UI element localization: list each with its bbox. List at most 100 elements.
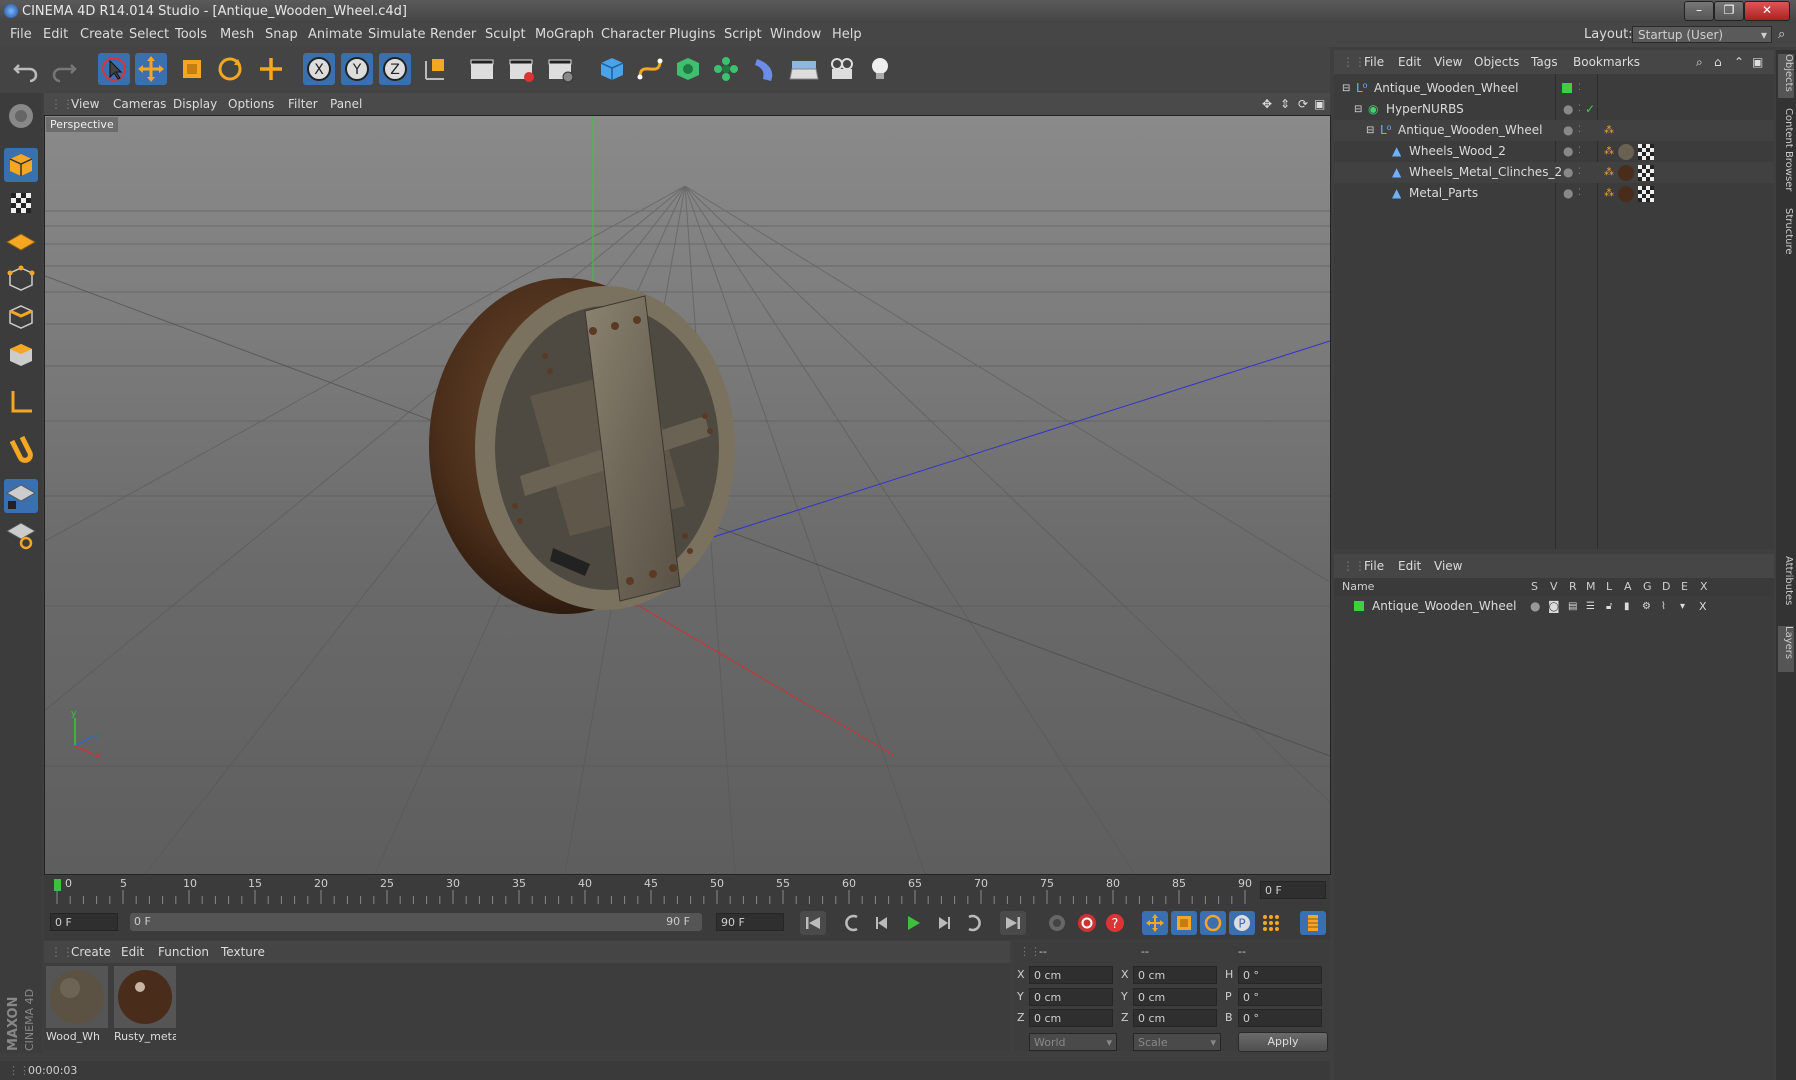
end-frame-field[interactable]: 90 F — [716, 913, 784, 931]
layer-tag-icon[interactable]: ⁂ — [1604, 183, 1614, 204]
visibility-dots-icon[interactable]: ⁚ — [1578, 141, 1581, 162]
viewport-menu-view[interactable]: View — [71, 93, 99, 115]
pan-view-icon[interactable]: ✥ — [1262, 93, 1272, 115]
column-solo[interactable]: S — [1531, 580, 1538, 593]
y-axis-button[interactable]: Y — [341, 53, 373, 85]
menu-script[interactable]: Script — [724, 23, 762, 47]
keyframe-selection-button[interactable]: ? — [1102, 911, 1128, 935]
key-rotation-button[interactable] — [1200, 911, 1226, 935]
render-picture-viewer-button[interactable] — [505, 53, 537, 85]
render-view-button[interactable] — [466, 53, 498, 85]
manager-toggle-icon[interactable]: ☰ — [1586, 596, 1595, 617]
collapse-toggle-icon[interactable]: ⊟ — [1366, 120, 1374, 141]
menu-select[interactable]: Select — [129, 23, 169, 47]
next-frame-button[interactable] — [930, 911, 956, 935]
zoom-view-icon[interactable]: ⇕ — [1280, 93, 1290, 115]
objects-menu-objects[interactable]: Objects — [1474, 50, 1519, 74]
add-array-button[interactable] — [710, 53, 742, 85]
size-y-field[interactable]: 0 cm — [1133, 988, 1217, 1006]
3d-viewport[interactable]: y z x — [44, 115, 1331, 875]
rotate-view-icon[interactable]: ⟳ — [1298, 93, 1308, 115]
objects-menu-bookmarks[interactable]: Bookmarks — [1573, 50, 1640, 74]
eye-icon[interactable]: ◙ — [1548, 596, 1560, 617]
pos-x-field[interactable]: 0 cm — [1029, 966, 1113, 984]
lock-icon[interactable]: 🔓︎ — [1606, 596, 1612, 617]
object-row[interactable]: ▲ Metal_Parts ● ⁚ ⁂ — [1334, 183, 1774, 204]
workplane-lock-button[interactable] — [4, 479, 38, 513]
autokey-button[interactable] — [1074, 911, 1100, 935]
add-spline-button[interactable] — [634, 53, 666, 85]
search-icon[interactable]: ⌕ — [1778, 23, 1785, 47]
points-mode-button[interactable] — [4, 262, 38, 296]
add-deformer-button[interactable] — [749, 53, 781, 85]
tab-structure[interactable]: Structure — [1778, 208, 1794, 264]
edges-mode-button[interactable] — [4, 300, 38, 334]
axis-mode-button[interactable] — [4, 385, 38, 419]
soft-selection-button[interactable] — [4, 517, 38, 551]
object-row[interactable]: ▲ Wheels_Metal_Clinches_2 ● ⁚ ⁂ — [1334, 162, 1774, 183]
maximize-button[interactable]: ❐ — [1714, 1, 1744, 21]
z-axis-button[interactable]: Z — [379, 53, 411, 85]
live-selection-button[interactable] — [98, 53, 130, 85]
column-expressions[interactable]: E — [1681, 580, 1688, 593]
rot-h-field[interactable]: 0 ° — [1238, 966, 1322, 984]
key-position-button[interactable] — [1142, 911, 1168, 935]
uvw-tag-icon[interactable] — [1638, 165, 1654, 181]
menu-create[interactable]: Create — [80, 23, 123, 47]
render-toggle-icon[interactable]: ▤ — [1568, 596, 1577, 617]
model-mode-button[interactable] — [4, 148, 38, 182]
menu-mograph[interactable]: MoGraph — [535, 23, 594, 47]
menu-character[interactable]: Character — [601, 23, 665, 47]
viewport-menu-panel[interactable]: Panel — [330, 93, 362, 115]
layers-menu-file[interactable]: File — [1364, 554, 1384, 578]
material-tag-icon[interactable] — [1618, 186, 1634, 202]
animation-toggle-icon[interactable]: ▮ — [1624, 596, 1630, 617]
column-xref[interactable]: X — [1700, 580, 1708, 593]
viewport-menu-cameras[interactable]: Cameras — [113, 93, 166, 115]
layer-tag-icon[interactable]: ⁂ — [1604, 162, 1614, 183]
column-render[interactable]: R — [1569, 580, 1577, 593]
coordinate-space-select[interactable]: World ▾ — [1029, 1033, 1117, 1051]
tab-attributes[interactable]: Attributes — [1778, 556, 1794, 616]
expression-toggle-icon[interactable]: ▾ — [1680, 596, 1685, 617]
render-settings-button[interactable] — [544, 53, 576, 85]
menu-sculpt[interactable]: Sculpt — [485, 23, 526, 47]
generator-toggle-icon[interactable]: ⚙ — [1642, 596, 1651, 617]
tab-objects[interactable]: Objects — [1778, 54, 1794, 98]
menu-mesh[interactable]: Mesh — [220, 23, 254, 47]
viewport-menu-options[interactable]: Options — [228, 93, 274, 115]
timeline-ruler[interactable]: 0 5 10 15 20 25 30 35 40 45 50 55 60 65 … — [44, 876, 1330, 906]
x-axis-button[interactable]: X — [303, 53, 335, 85]
material-menu-function[interactable]: Function — [158, 941, 209, 963]
close-button[interactable]: ✕ — [1744, 1, 1790, 21]
column-animation[interactable]: A — [1624, 580, 1632, 593]
snap-button[interactable] — [4, 431, 38, 465]
minimize-button[interactable]: – — [1684, 1, 1714, 21]
column-generators[interactable]: G — [1643, 580, 1652, 593]
menu-render[interactable]: Render — [430, 23, 476, 47]
layers-menu-edit[interactable]: Edit — [1398, 554, 1421, 578]
apply-button[interactable]: Apply — [1238, 1032, 1328, 1052]
column-manager[interactable]: M — [1586, 580, 1596, 593]
undo-button[interactable] — [10, 53, 42, 85]
next-key-button[interactable] — [959, 911, 985, 935]
up-arrow-icon[interactable]: ⌃ — [1734, 50, 1744, 74]
objects-menu-edit[interactable]: Edit — [1398, 50, 1421, 74]
start-frame-field[interactable]: 0 F — [50, 913, 118, 931]
menu-tools[interactable]: Tools — [175, 23, 207, 47]
menu-snap[interactable]: Snap — [265, 23, 298, 47]
playhead-marker[interactable] — [54, 879, 61, 891]
polygons-mode-button[interactable] — [4, 338, 38, 372]
material-swatch[interactable]: Rusty_meta — [114, 966, 176, 1046]
visibility-dots-icon[interactable]: ⁚ — [1578, 99, 1581, 120]
column-deformers[interactable]: D — [1662, 580, 1670, 593]
objects-menu-file[interactable]: File — [1364, 50, 1384, 74]
menu-plugins[interactable]: Plugins — [669, 23, 716, 47]
menu-window[interactable]: Window — [770, 23, 821, 47]
key-pla-button[interactable] — [1258, 911, 1284, 935]
layout-select[interactable]: Startup (User) ▾ — [1632, 26, 1772, 43]
add-scene-button[interactable] — [788, 53, 820, 85]
viewport-menu-filter[interactable]: Filter — [288, 93, 318, 115]
solo-toggle-icon[interactable]: ● — [1530, 596, 1540, 617]
object-row[interactable]: ▲ Wheels_Wood_2 ● ⁚ ⁂ — [1334, 141, 1774, 162]
